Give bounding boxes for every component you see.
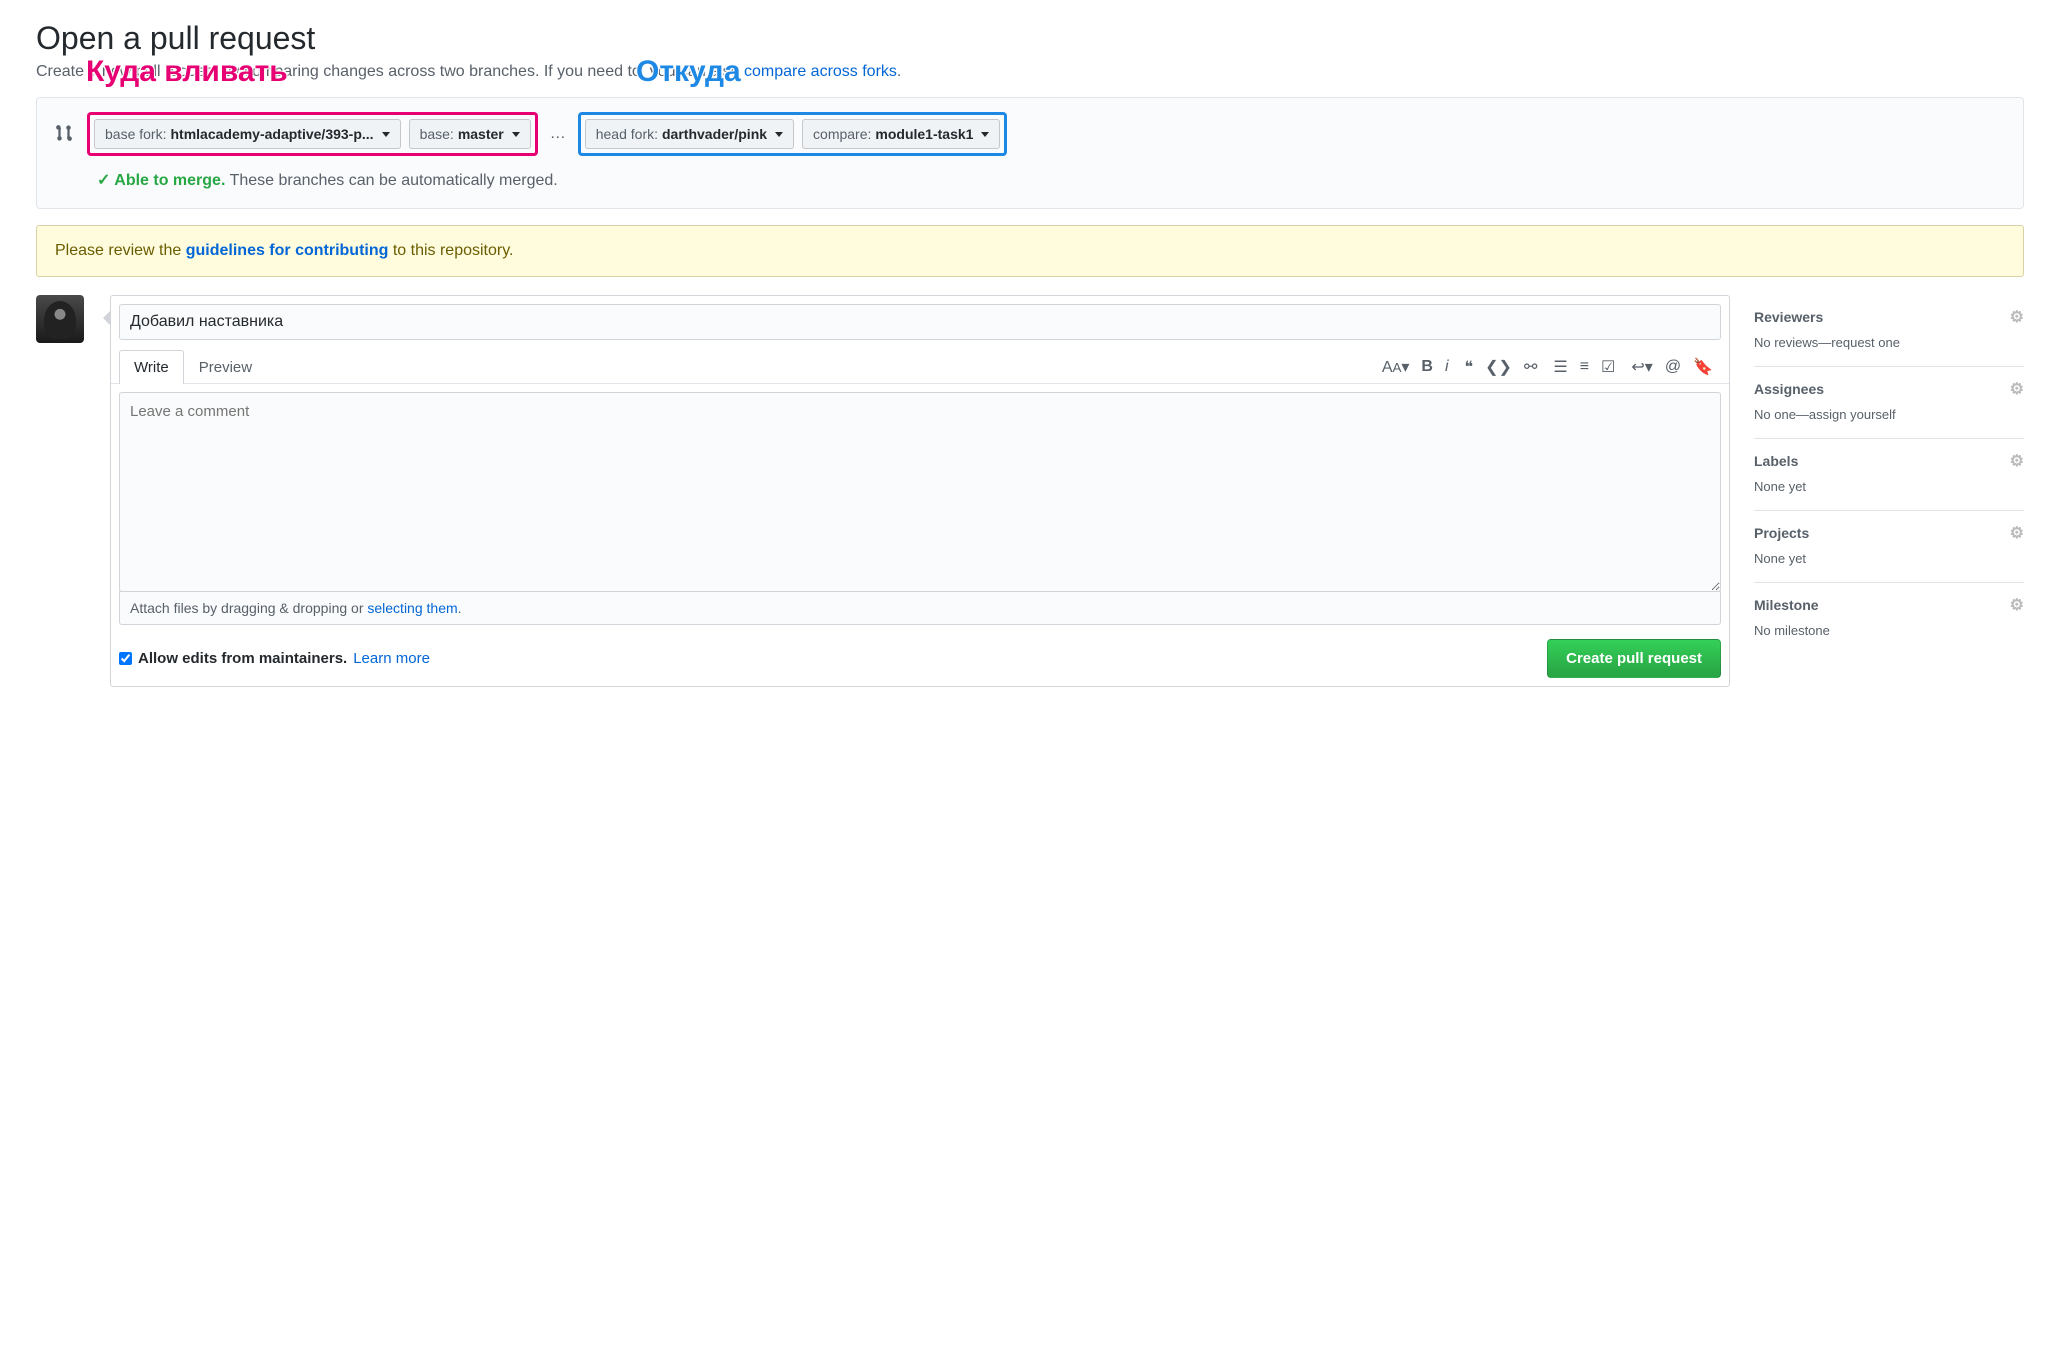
head-fork-selector[interactable]: head fork: darthvader/pink — [585, 119, 794, 149]
compare-row: base fork: htmlacademy-adaptive/393-p...… — [55, 112, 2005, 156]
contributing-guidelines-link[interactable]: guidelines for contributing — [186, 242, 389, 259]
flash-suffix: to this repository. — [393, 242, 514, 259]
page-title: Open a pull request — [36, 20, 2024, 57]
base-fork-selector[interactable]: base fork: htmlacademy-adaptive/393-p... — [94, 119, 401, 149]
milestone-title: Milestone — [1754, 597, 1819, 613]
merge-note-text: These branches can be automatically merg… — [230, 172, 558, 189]
gear-icon[interactable]: ⚙ — [2010, 595, 2024, 615]
task-list-icon[interactable]: ☑ — [1601, 357, 1615, 377]
projects-body: None yet — [1754, 551, 2024, 566]
italic-icon[interactable]: i — [1445, 358, 1449, 376]
contributing-flash: Please review the guidelines for contrib… — [36, 225, 2024, 277]
sidebar: Reviewers ⚙ No reviews—request one Assig… — [1754, 295, 2024, 654]
reviewers-body[interactable]: No reviews—request one — [1754, 335, 2024, 350]
chevron-down-icon — [775, 132, 783, 137]
gear-icon[interactable]: ⚙ — [2010, 451, 2024, 471]
tab-write[interactable]: Write — [119, 350, 184, 384]
mention-icon[interactable]: @ — [1665, 358, 1681, 376]
gear-icon[interactable]: ⚙ — [2010, 307, 2024, 327]
allow-edits-row: Allow edits from maintainers. Learn more — [119, 650, 430, 667]
head-fork-value: darthvader/pink — [662, 126, 767, 142]
allow-edits-label: Allow edits from maintainers. — [138, 650, 347, 667]
compare-branch-value: module1-task1 — [875, 126, 973, 142]
mergeability-status: Able to merge. These branches can be aut… — [55, 170, 2005, 190]
attach-prefix: Attach files by dragging & dropping or — [130, 600, 367, 616]
compare-ellipsis: … — [546, 125, 570, 143]
chevron-down-icon — [512, 132, 520, 137]
attach-bar[interactable]: Attach files by dragging & dropping or s… — [119, 591, 1721, 625]
projects-title: Projects — [1754, 525, 1809, 541]
page-subhead: Create a new pull request by comparing c… — [36, 63, 2024, 81]
comment-textarea[interactable] — [119, 392, 1721, 592]
learn-more-link[interactable]: Learn more — [353, 650, 430, 667]
create-pull-request-button[interactable]: Create pull request — [1547, 639, 1721, 678]
heading-icon[interactable]: AA▾ — [1382, 357, 1410, 377]
base-group-highlight: base fork: htmlacademy-adaptive/393-p...… — [87, 112, 538, 156]
base-fork-value: htmlacademy-adaptive/393-p... — [170, 126, 373, 142]
base-branch-value: master — [458, 126, 504, 142]
quote-icon[interactable]: ❝ — [1465, 357, 1474, 377]
link-icon[interactable]: ⚯ — [1524, 357, 1537, 377]
head-fork-label: head fork: — [596, 126, 658, 142]
compare-box: base fork: htmlacademy-adaptive/393-p...… — [36, 97, 2024, 209]
labels-body: None yet — [1754, 479, 2024, 494]
milestone-body: No milestone — [1754, 623, 2024, 638]
gear-icon[interactable]: ⚙ — [2010, 379, 2024, 399]
chevron-down-icon — [382, 132, 390, 137]
base-branch-selector[interactable]: base: master — [409, 119, 531, 149]
reviewers-title: Reviewers — [1754, 309, 1823, 325]
bookmark-icon[interactable]: 🔖 — [1693, 357, 1713, 377]
assignees-body[interactable]: No one—assign yourself — [1754, 407, 1896, 422]
allow-edits-checkbox[interactable] — [119, 652, 132, 665]
subhead-suffix: . — [897, 63, 901, 80]
compare-branch-selector[interactable]: compare: module1-task1 — [802, 119, 1000, 149]
ordered-list-icon[interactable]: ≡ — [1580, 358, 1589, 376]
flash-prefix: Please review the — [55, 242, 186, 259]
head-group-highlight: head fork: darthvader/pink compare: modu… — [578, 112, 1008, 156]
bold-icon[interactable]: B — [1421, 358, 1433, 376]
selecting-files-link[interactable]: selecting them — [367, 600, 457, 616]
assignees-title: Assignees — [1754, 381, 1824, 397]
reply-icon[interactable]: ↩▾ — [1631, 357, 1652, 377]
attach-suffix: . — [458, 600, 462, 616]
tab-preview[interactable]: Preview — [184, 350, 267, 384]
editor-tabs: Write Preview AA▾ B i ❝ ❮❯ ⚯ ☰ — [111, 350, 1729, 384]
compare-branch-label: compare: — [813, 126, 871, 142]
code-icon[interactable]: ❮❯ — [1485, 357, 1512, 377]
markdown-toolbar: AA▾ B i ❝ ❮❯ ⚯ ☰ ≡ ☑ ↩▾ — [1382, 357, 1721, 377]
git-compare-icon — [55, 124, 79, 145]
compare-across-forks-link[interactable]: compare across forks — [744, 63, 897, 80]
chevron-down-icon — [981, 132, 989, 137]
unordered-list-icon[interactable]: ☰ — [1553, 357, 1567, 377]
subhead-text: Create a new pull request by comparing c… — [36, 63, 744, 80]
avatar — [36, 295, 84, 343]
labels-title: Labels — [1754, 453, 1798, 469]
gear-icon[interactable]: ⚙ — [2010, 523, 2024, 543]
pr-title-input[interactable] — [119, 304, 1721, 340]
pr-form: Write Preview AA▾ B i ❝ ❮❯ ⚯ ☰ — [110, 295, 1730, 687]
base-branch-label: base: — [420, 126, 454, 142]
base-fork-label: base fork: — [105, 126, 166, 142]
merge-ok-text: Able to merge. — [97, 172, 225, 189]
